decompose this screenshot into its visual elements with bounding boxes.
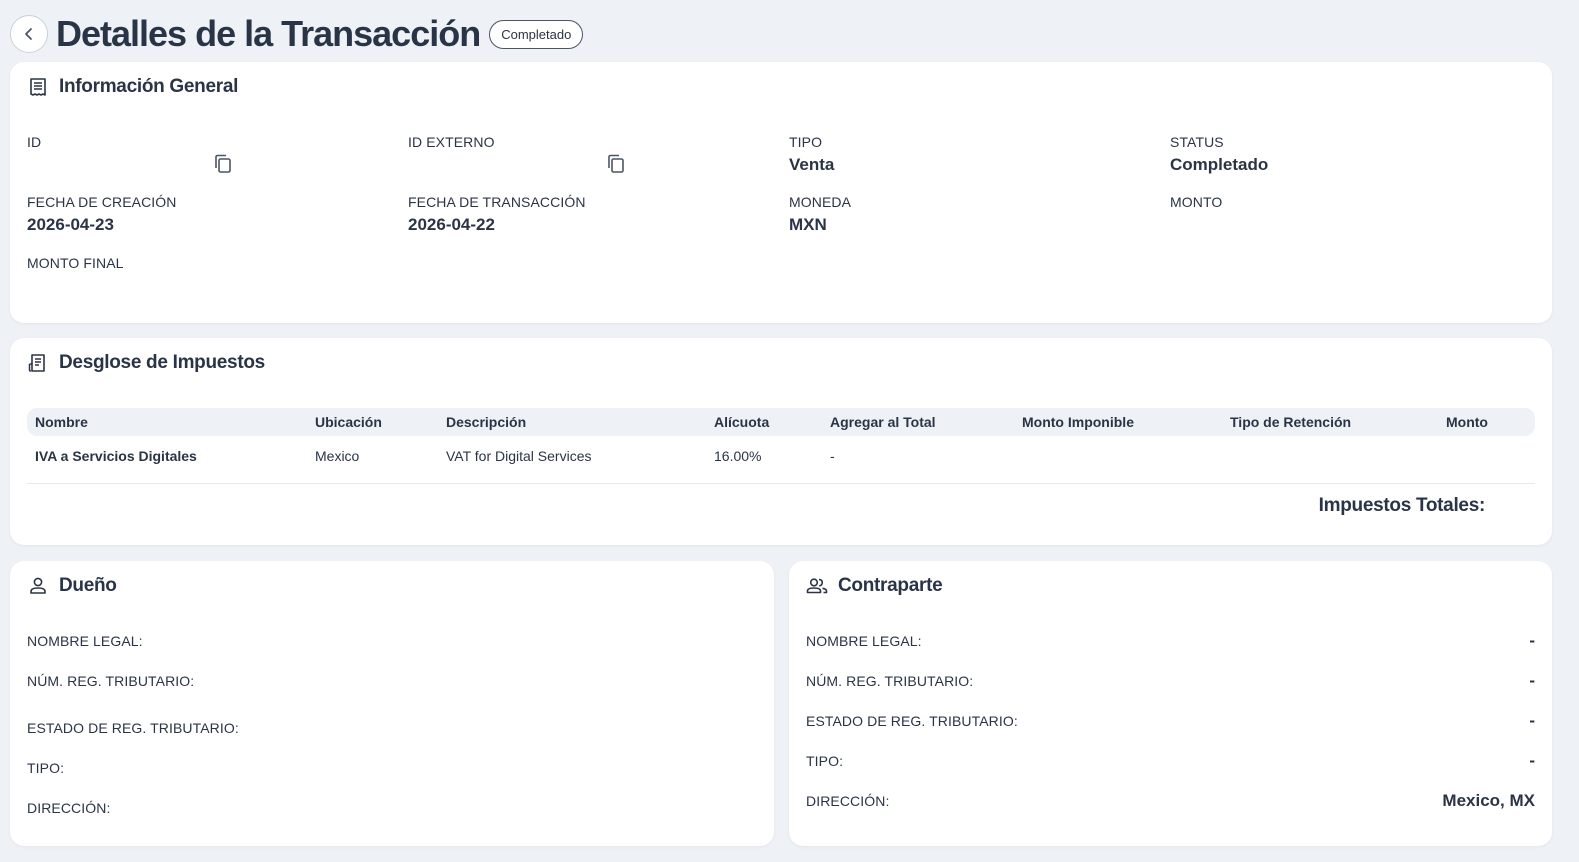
counterparty-address-value: Mexico, MX [1442,791,1535,810]
column-header-description: Descripción [446,414,527,430]
column-header-withholding-type: Tipo de Retención [1230,414,1352,430]
cell-name: IVA a Servicios Digitales [35,447,197,464]
counterparty-legal-name-label: NOMBRE LEGAL: [806,633,922,649]
field-label: MONTO FINAL [27,255,124,271]
owner-type-label: TIPO: [27,760,65,776]
page-header: Detalles de la Transacción Completado [10,13,584,54]
status-badge: Completado [489,19,584,49]
card-title: Desglose de Impuestos [59,352,265,373]
owner-legal-name-label: NOMBRE LEGAL: [27,633,143,649]
field-label: STATUS [1170,134,1224,150]
column-header-add-to-total: Agregar al Total [830,414,936,430]
field-value: Venta [789,155,835,174]
counterparty-type-label: TIPO: [806,753,844,769]
counterparty-tax-status-value: - [1529,711,1535,730]
column-header-amount: Monto [1446,414,1488,430]
card-title: Contraparte [838,575,943,596]
column-header-name: Nombre [35,414,88,430]
field-label: MONTO [1170,194,1223,210]
column-header-location: Ubicación [315,414,382,430]
field-label: FECHA DE CREACIÓN [27,194,177,210]
counterparty-legal-name-value: - [1529,631,1535,650]
field-transaction-date: FECHA DE TRANSACCIÓN 2026-04-22 [408,194,586,235]
counterparty-type-value: - [1529,751,1535,770]
field-label: TIPO [789,134,823,150]
field-external-id: ID EXTERNO [408,134,495,155]
tax-breakdown-card: Desglose de Impuestos Nombre Ubicación D… [10,338,1552,545]
card-title: Dueño [59,575,117,596]
people-icon [806,575,828,597]
card-header: Desglose de Impuestos [27,352,265,374]
cell-rate: 16.00% [714,447,762,464]
cell-add-to-total: - [830,447,835,464]
field-value: 2026-04-22 [408,215,495,234]
back-button[interactable] [10,15,48,53]
field-value: MXN [789,215,827,234]
field-type: TIPO Venta [789,134,834,175]
general-info-card: Información General ID ID EXTERNO TIPO V… [10,62,1552,323]
owner-card: Dueño NOMBRE LEGAL: NÚM. REG. TRIBUTARIO… [10,561,774,846]
copy-icon [215,154,231,173]
copy-icon [608,154,624,173]
owner-tax-status-label: ESTADO DE REG. TRIBUTARIO: [27,720,239,736]
field-label: ID [27,134,42,150]
field-created-date: FECHA DE CREACIÓN 2026-04-23 [27,194,177,235]
card-header: Dueño [27,575,117,597]
tax-table: Nombre Ubicación Descripción Alícuota Ag… [27,408,1535,484]
counterparty-address-label: DIRECCIÓN: [806,793,890,809]
counterparty-card: Contraparte NOMBRE LEGAL: - NÚM. REG. TR… [789,561,1552,846]
owner-address-label: DIRECCIÓN: [27,800,111,816]
receipt-list-icon [27,76,49,98]
column-header-rate: Alícuota [714,414,770,430]
card-title: Información General [59,76,239,97]
copy-external-id-button[interactable] [607,154,625,179]
page-title: Detalles de la Transacción [56,13,481,54]
person-icon [27,575,49,597]
field-status: STATUS Completado [1170,134,1268,175]
column-header-taxable-amount: Monto Imponible [1022,414,1134,430]
copy-id-button[interactable] [214,154,232,179]
chevron-left-icon [25,28,32,40]
counterparty-tax-status-label: ESTADO DE REG. TRIBUTARIO: [806,713,1018,729]
field-value: Completado [1170,155,1269,174]
cell-description: VAT for Digital Services [446,447,592,464]
owner-tax-id-label: NÚM. REG. TRIBUTARIO: [27,673,195,689]
field-final-amount: MONTO FINAL [27,255,124,276]
receipt-icon [27,352,49,374]
table-row: IVA a Servicios Digitales Mexico VAT for… [27,436,1535,484]
card-header: Contraparte [806,575,943,597]
card-header: Información General [27,76,238,98]
field-amount: MONTO [1170,194,1222,215]
field-id: ID [27,134,41,155]
table-header-row: Nombre Ubicación Descripción Alícuota Ag… [27,408,1535,436]
field-label: MONEDA [789,194,852,210]
total-taxes-label: Impuestos Totales: [1318,495,1486,516]
field-label: ID EXTERNO [408,134,495,150]
field-value: 2026-04-23 [27,215,114,234]
field-label: FECHA DE TRANSACCIÓN [408,194,586,210]
field-currency: MONEDA MXN [789,194,851,235]
counterparty-tax-id-label: NÚM. REG. TRIBUTARIO: [806,673,974,689]
counterparty-tax-id-value: - [1529,671,1535,690]
cell-location: Mexico [315,447,360,464]
